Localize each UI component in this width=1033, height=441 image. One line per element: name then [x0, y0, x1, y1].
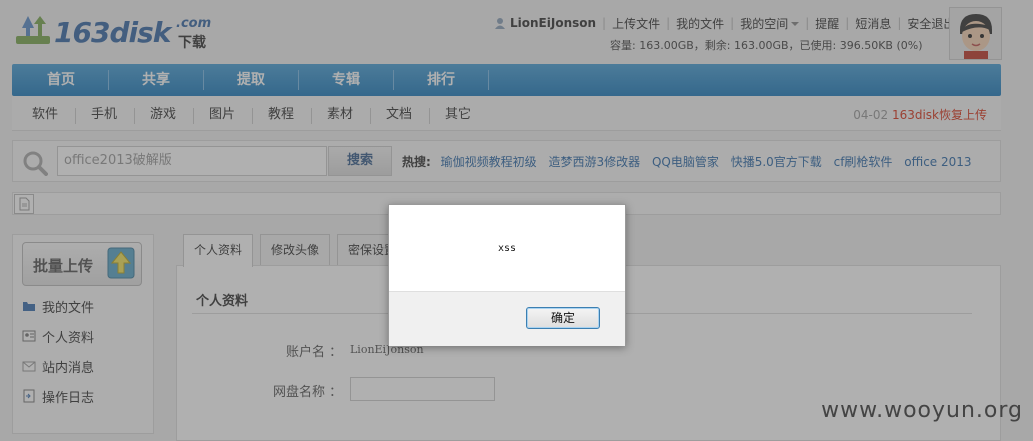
alert-footer: 确定 — [389, 291, 625, 346]
ok-button[interactable]: 确定 — [526, 307, 600, 329]
alert-dialog: xss 确定 — [388, 204, 626, 346]
alert-message: xss — [497, 243, 517, 254]
watermark: www.wooyun.org — [821, 398, 1023, 423]
